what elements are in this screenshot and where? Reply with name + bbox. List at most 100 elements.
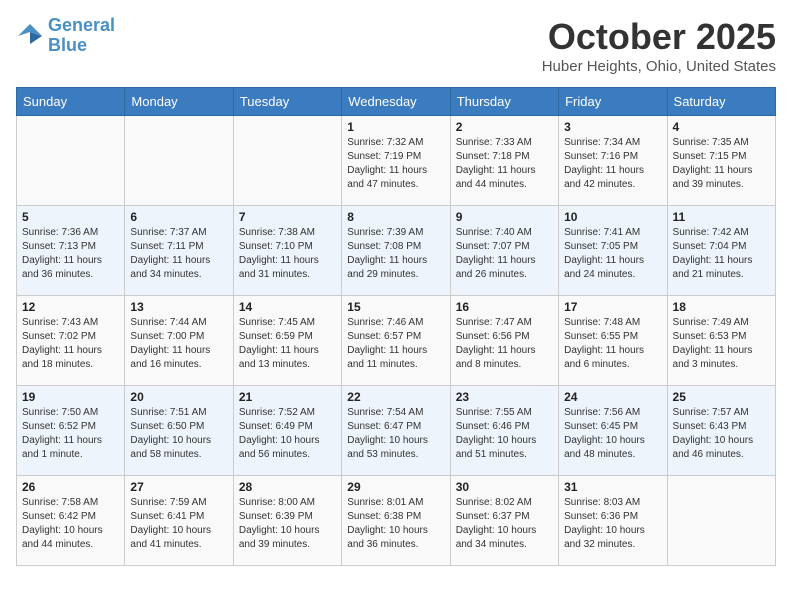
day-info: Sunrise: 7:32 AM Sunset: 7:19 PM Dayligh… — [347, 136, 444, 192]
day-number: 2 — [456, 120, 553, 134]
calendar-cell: 5Sunrise: 7:36 AM Sunset: 7:13 PM Daylig… — [17, 206, 125, 296]
logo: General Blue — [16, 16, 115, 56]
location-label: Huber Heights, Ohio, United States — [542, 58, 776, 75]
day-info: Sunrise: 7:43 AM Sunset: 7:02 PM Dayligh… — [22, 316, 119, 372]
calendar-cell: 18Sunrise: 7:49 AM Sunset: 6:53 PM Dayli… — [667, 296, 775, 386]
calendar-body: 1 Sunrise: 7:32 AM Sunset: 7:19 PM Daylig… — [17, 116, 776, 566]
day-number: 1 — [347, 120, 444, 134]
weekday-col-wednesday: Wednesday — [342, 88, 450, 116]
day-info: Sunrise: 8:03 AM Sunset: 6:36 PM Dayligh… — [564, 496, 661, 552]
day-number: 24 — [564, 390, 661, 404]
calendar-table: SundayMondayTuesdayWednesdayThursdayFrid… — [16, 87, 776, 566]
day-number: 27 — [130, 480, 227, 494]
day-number: 30 — [456, 480, 553, 494]
weekday-col-monday: Monday — [125, 88, 233, 116]
day-info: Sunrise: 7:44 AM Sunset: 7:00 PM Dayligh… — [130, 316, 227, 372]
calendar-cell: 26 Sunrise: 7:58 AM Sunset: 6:42 PM Dayli… — [17, 476, 125, 566]
calendar-cell: 19Sunrise: 7:50 AM Sunset: 6:52 PM Dayli… — [17, 386, 125, 476]
week-row-1: 1 Sunrise: 7:32 AM Sunset: 7:19 PM Daylig… — [17, 116, 776, 206]
calendar-cell: 2 Sunrise: 7:33 AM Sunset: 7:18 PM Daylig… — [450, 116, 558, 206]
day-number: 4 — [673, 120, 770, 134]
calendar-cell: 13 Sunrise: 7:44 AM Sunset: 7:00 PM Dayli… — [125, 296, 233, 386]
day-info: Sunrise: 7:54 AM Sunset: 6:47 PM Dayligh… — [347, 406, 444, 462]
calendar-cell: 14Sunrise: 7:45 AM Sunset: 6:59 PM Dayli… — [233, 296, 341, 386]
calendar-cell: 4 Sunrise: 7:35 AM Sunset: 7:15 PM Daylig… — [667, 116, 775, 206]
day-info: Sunrise: 7:34 AM Sunset: 7:16 PM Dayligh… — [564, 136, 661, 192]
calendar-cell: 31 Sunrise: 8:03 AM Sunset: 6:36 PM Dayli… — [559, 476, 667, 566]
day-info: Sunrise: 7:57 AM Sunset: 6:43 PM Dayligh… — [673, 406, 770, 462]
day-number: 12 — [22, 300, 119, 314]
calendar-cell: 17 Sunrise: 7:48 AM Sunset: 6:55 PM Dayli… — [559, 296, 667, 386]
calendar-cell — [17, 116, 125, 206]
calendar-cell: 10Sunrise: 7:41 AM Sunset: 7:05 PM Dayli… — [559, 206, 667, 296]
calendar-cell — [125, 116, 233, 206]
weekday-col-tuesday: Tuesday — [233, 88, 341, 116]
day-info: Sunrise: 7:52 AM Sunset: 6:49 PM Dayligh… — [239, 406, 336, 462]
calendar-cell: 22 Sunrise: 7:54 AM Sunset: 6:47 PM Dayli… — [342, 386, 450, 476]
calendar-cell: 21 Sunrise: 7:52 AM Sunset: 6:49 PM Dayli… — [233, 386, 341, 476]
day-info: Sunrise: 7:50 AM Sunset: 6:52 PM Dayligh… — [22, 406, 119, 462]
day-info: Sunrise: 7:58 AM Sunset: 6:42 PM Dayligh… — [22, 496, 119, 552]
day-info: Sunrise: 7:39 AM Sunset: 7:08 PM Dayligh… — [347, 226, 444, 282]
day-number: 10 — [564, 210, 661, 224]
day-number: 17 — [564, 300, 661, 314]
week-row-2: 5Sunrise: 7:36 AM Sunset: 7:13 PM Daylig… — [17, 206, 776, 296]
calendar-cell: 30Sunrise: 8:02 AM Sunset: 6:37 PM Dayli… — [450, 476, 558, 566]
calendar-cell: 11Sunrise: 7:42 AM Sunset: 7:04 PM Dayli… — [667, 206, 775, 296]
day-number: 6 — [130, 210, 227, 224]
title-block: October 2025 Huber Heights, Ohio, United… — [542, 16, 776, 75]
day-info: Sunrise: 7:55 AM Sunset: 6:46 PM Dayligh… — [456, 406, 553, 462]
day-info: Sunrise: 7:42 AM Sunset: 7:04 PM Dayligh… — [673, 226, 770, 282]
weekday-col-saturday: Saturday — [667, 88, 775, 116]
calendar-cell: 8Sunrise: 7:39 AM Sunset: 7:08 PM Daylig… — [342, 206, 450, 296]
calendar-cell: 15Sunrise: 7:46 AM Sunset: 6:57 PM Dayli… — [342, 296, 450, 386]
day-number: 23 — [456, 390, 553, 404]
weekday-header-row: SundayMondayTuesdayWednesdayThursdayFrid… — [17, 88, 776, 116]
day-number: 13 — [130, 300, 227, 314]
calendar-cell: 28 Sunrise: 8:00 AM Sunset: 6:39 PM Dayli… — [233, 476, 341, 566]
calendar-cell: 7 Sunrise: 7:38 AM Sunset: 7:10 PM Daylig… — [233, 206, 341, 296]
day-number: 21 — [239, 390, 336, 404]
day-info: Sunrise: 7:33 AM Sunset: 7:18 PM Dayligh… — [456, 136, 553, 192]
calendar-cell: 25 Sunrise: 7:57 AM Sunset: 6:43 PM Dayli… — [667, 386, 775, 476]
logo-blue: Blue — [48, 35, 87, 55]
day-number: 28 — [239, 480, 336, 494]
day-info: Sunrise: 7:47 AM Sunset: 6:56 PM Dayligh… — [456, 316, 553, 372]
day-info: Sunrise: 7:40 AM Sunset: 7:07 PM Dayligh… — [456, 226, 553, 282]
day-info: Sunrise: 8:01 AM Sunset: 6:38 PM Dayligh… — [347, 496, 444, 552]
calendar-cell: 29 Sunrise: 8:01 AM Sunset: 6:38 PM Dayli… — [342, 476, 450, 566]
calendar-cell: 16 Sunrise: 7:47 AM Sunset: 6:56 PM Dayli… — [450, 296, 558, 386]
day-info: Sunrise: 7:35 AM Sunset: 7:15 PM Dayligh… — [673, 136, 770, 192]
logo-icon — [16, 22, 44, 50]
day-info: Sunrise: 7:59 AM Sunset: 6:41 PM Dayligh… — [130, 496, 227, 552]
day-number: 22 — [347, 390, 444, 404]
day-info: Sunrise: 7:51 AM Sunset: 6:50 PM Dayligh… — [130, 406, 227, 462]
week-row-5: 26 Sunrise: 7:58 AM Sunset: 6:42 PM Dayli… — [17, 476, 776, 566]
day-info: Sunrise: 7:38 AM Sunset: 7:10 PM Dayligh… — [239, 226, 336, 282]
day-number: 3 — [564, 120, 661, 134]
week-row-3: 12 Sunrise: 7:43 AM Sunset: 7:02 PM Dayli… — [17, 296, 776, 386]
day-number: 16 — [456, 300, 553, 314]
day-number: 29 — [347, 480, 444, 494]
day-number: 26 — [22, 480, 119, 494]
day-number: 31 — [564, 480, 661, 494]
day-number: 25 — [673, 390, 770, 404]
calendar-cell: 1 Sunrise: 7:32 AM Sunset: 7:19 PM Daylig… — [342, 116, 450, 206]
day-info: Sunrise: 7:37 AM Sunset: 7:11 PM Dayligh… — [130, 226, 227, 282]
month-title: October 2025 — [542, 16, 776, 58]
calendar-cell: 12 Sunrise: 7:43 AM Sunset: 7:02 PM Dayli… — [17, 296, 125, 386]
calendar-cell: 6 Sunrise: 7:37 AM Sunset: 7:11 PM Daylig… — [125, 206, 233, 296]
logo-general: General — [48, 15, 115, 35]
day-info: Sunrise: 7:49 AM Sunset: 6:53 PM Dayligh… — [673, 316, 770, 372]
day-number: 5 — [22, 210, 119, 224]
day-info: Sunrise: 8:00 AM Sunset: 6:39 PM Dayligh… — [239, 496, 336, 552]
weekday-col-friday: Friday — [559, 88, 667, 116]
calendar-cell: 20Sunrise: 7:51 AM Sunset: 6:50 PM Dayli… — [125, 386, 233, 476]
day-number: 14 — [239, 300, 336, 314]
day-number: 9 — [456, 210, 553, 224]
calendar-cell: 9 Sunrise: 7:40 AM Sunset: 7:07 PM Daylig… — [450, 206, 558, 296]
day-number: 7 — [239, 210, 336, 224]
day-info: Sunrise: 7:48 AM Sunset: 6:55 PM Dayligh… — [564, 316, 661, 372]
calendar-cell — [667, 476, 775, 566]
page-header: General Blue October 2025 Huber Heights,… — [16, 16, 776, 75]
